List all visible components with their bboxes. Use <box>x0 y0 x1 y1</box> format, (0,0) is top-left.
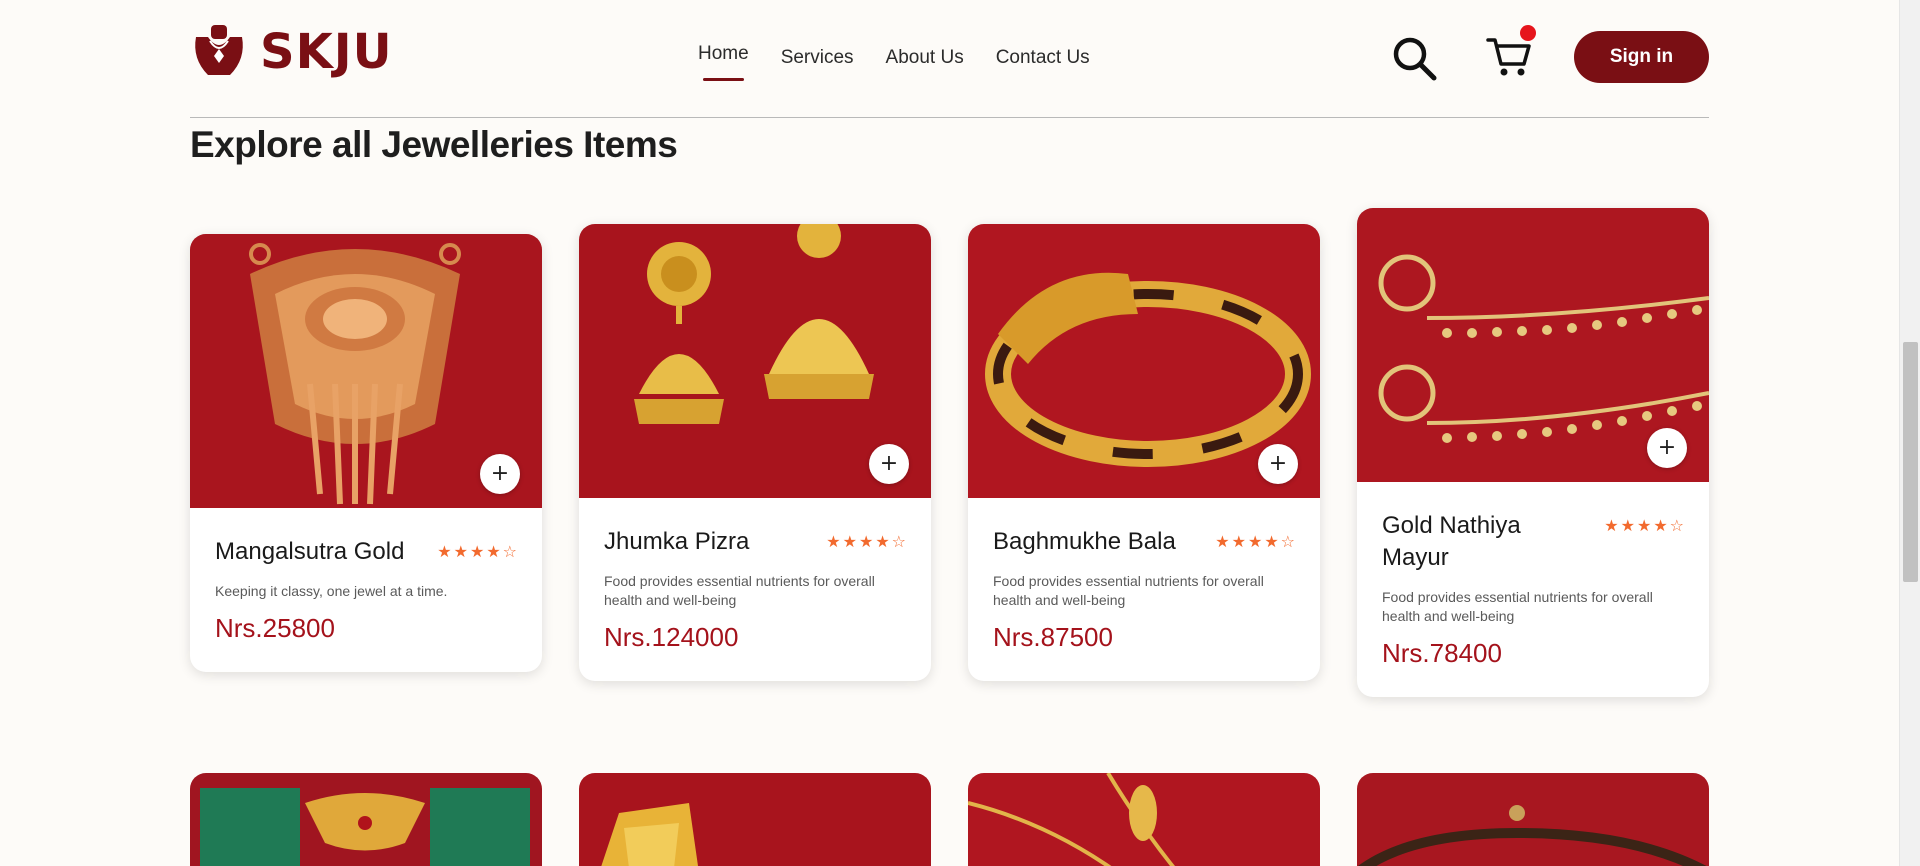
product-image <box>190 773 542 866</box>
nav-services[interactable]: Services <box>781 40 854 76</box>
product-description: Keeping it classy, one jewel at a time. <box>215 583 448 599</box>
star-filled-icon: ★ <box>842 532 857 551</box>
star-filled-icon: ★ <box>1215 532 1230 551</box>
nav-contact-us[interactable]: Contact Us <box>996 40 1090 76</box>
add-to-cart-button[interactable]: + <box>480 454 520 494</box>
star-filled-icon: ★ <box>1247 532 1263 551</box>
star-filled-icon: ★ <box>1653 516 1668 535</box>
rating-stars: ★ ★ ★ ★ ☆ <box>437 536 517 561</box>
product-image: + <box>968 224 1320 498</box>
star-filled-icon: ★ <box>1620 516 1635 535</box>
jewel-logo-icon <box>195 25 243 75</box>
nav-about-us[interactable]: About Us <box>886 40 964 76</box>
star-filled-icon: ★ <box>437 542 452 561</box>
product-card[interactable]: + Jhumka Pizra ★ ★ ★ ★ ☆ Food provides essen… <box>579 224 931 681</box>
star-filled-icon: ★ <box>875 532 890 551</box>
product-image <box>1357 773 1709 866</box>
brand-name: SKJU <box>260 24 393 80</box>
product-image <box>968 773 1320 866</box>
sign-in-button[interactable]: Sign in <box>1574 31 1709 83</box>
star-filled-icon: ★ <box>486 542 501 561</box>
star-filled-icon: ★ <box>1604 516 1619 535</box>
product-name: Gold Nathiya Mayur <box>1382 512 1521 571</box>
product-price: Nrs.87500 <box>993 622 1113 652</box>
section-title: Explore all Jewelleries Items <box>190 124 678 165</box>
product-image: + <box>190 234 542 508</box>
star-filled-icon: ★ <box>469 542 485 561</box>
product-card-partial[interactable] <box>579 773 931 866</box>
scrollbar-thumb[interactable] <box>1903 342 1918 582</box>
product-image: + <box>579 224 931 498</box>
star-empty-icon: ☆ <box>1280 532 1295 551</box>
product-name: Jhumka Pizra <box>604 528 750 555</box>
product-card-partial[interactable] <box>190 773 542 866</box>
search-icon[interactable] <box>1390 34 1438 82</box>
star-filled-icon: ★ <box>1264 532 1279 551</box>
add-to-cart-button[interactable]: + <box>1647 428 1687 468</box>
product-name: Mangalsutra Gold <box>215 538 405 565</box>
product-description: Food provides essential nutrients for ov… <box>993 573 1264 608</box>
rating-stars: ★ ★ ★ ★ ☆ <box>1215 526 1295 551</box>
product-image: + <box>1357 208 1709 482</box>
product-description: Food provides essential nutrients for ov… <box>604 573 875 608</box>
main-nav: Home Services About Us Contact Us <box>698 40 1122 81</box>
product-description: Food provides essential nutrients for ov… <box>1382 589 1653 624</box>
product-name: Baghmukhe Bala <box>993 528 1176 555</box>
product-image <box>579 773 931 866</box>
cart-badge <box>1520 25 1536 41</box>
site-header: SKJU Home Services About Us Contact Us S… <box>190 0 1709 118</box>
add-to-cart-button[interactable]: + <box>1258 444 1298 484</box>
product-card[interactable]: + Gold Nathiya Mayur ★ ★ ★ ★ ☆ Food provides… <box>1357 208 1709 697</box>
product-price: Nrs.124000 <box>604 622 739 652</box>
product-price: Nrs.78400 <box>1382 638 1502 668</box>
add-to-cart-button[interactable]: + <box>869 444 909 484</box>
product-card[interactable]: + Baghmukhe Bala ★ ★ ★ ★ ☆ Food provides ess… <box>968 224 1320 681</box>
star-filled-icon: ★ <box>1636 516 1652 535</box>
star-empty-icon: ☆ <box>891 532 906 551</box>
brand-logo[interactable]: SKJU <box>190 22 393 82</box>
page-scrollbar[interactable] <box>1899 0 1920 866</box>
nav-home[interactable]: Home <box>698 36 749 81</box>
star-empty-icon: ☆ <box>502 542 517 561</box>
product-card-partial[interactable] <box>968 773 1320 866</box>
star-filled-icon: ★ <box>453 542 468 561</box>
rating-stars: ★ ★ ★ ★ ☆ <box>826 526 906 551</box>
star-empty-icon: ☆ <box>1669 516 1684 535</box>
star-filled-icon: ★ <box>1231 532 1246 551</box>
product-card-partial[interactable] <box>1357 773 1709 866</box>
product-price: Nrs.25800 <box>215 613 335 643</box>
star-filled-icon: ★ <box>858 532 874 551</box>
rating-stars: ★ ★ ★ ★ ☆ <box>1604 510 1684 535</box>
star-filled-icon: ★ <box>826 532 841 551</box>
product-card[interactable]: + Mangalsutra Gold ★ ★ ★ ★ ☆ Keeping it clas… <box>190 234 542 672</box>
